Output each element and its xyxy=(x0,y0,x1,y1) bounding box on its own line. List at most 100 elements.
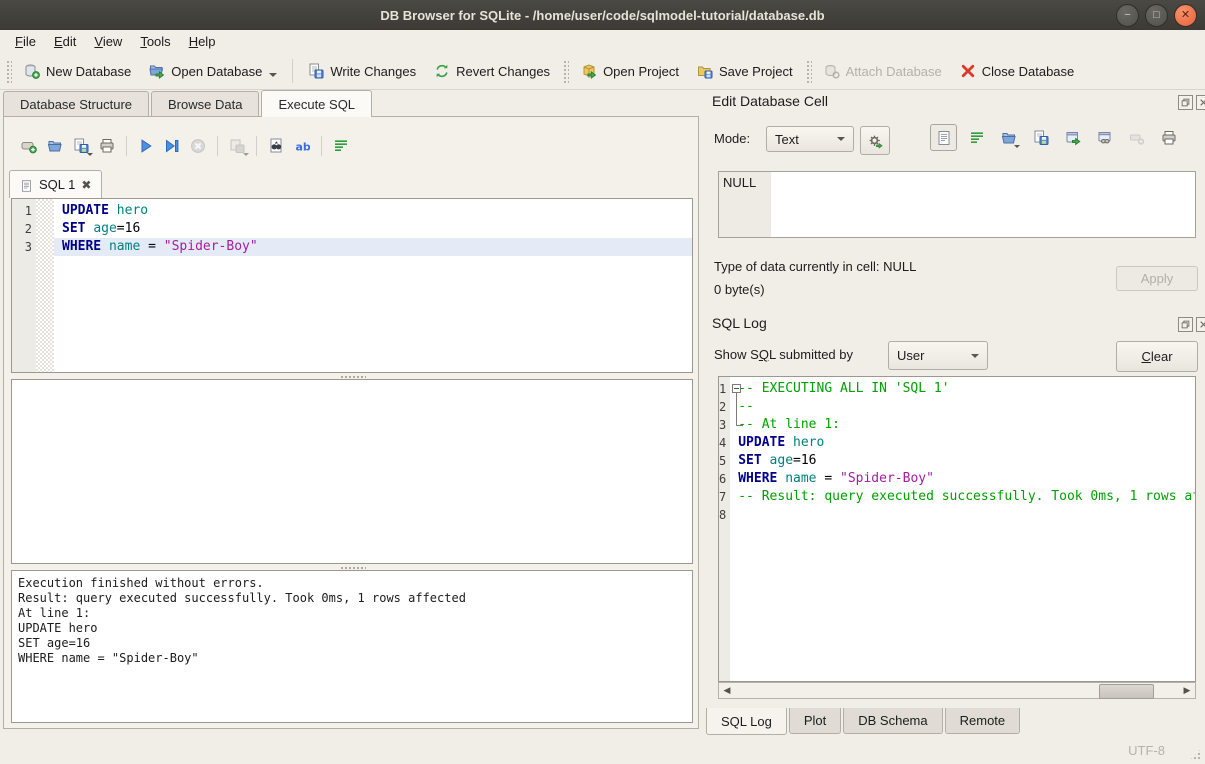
chevron-down-icon[interactable] xyxy=(1014,145,1020,148)
import-file-button[interactable] xyxy=(996,125,1021,150)
text-mode-icon xyxy=(20,178,33,191)
set-null-button[interactable] xyxy=(1124,125,1149,150)
revert-changes-button[interactable]: Revert Changes xyxy=(425,58,559,84)
scroll-right-arrow[interactable]: ▶ xyxy=(1179,683,1195,698)
close-tab-icon[interactable]: ✖ xyxy=(81,178,91,192)
export-external-button[interactable] xyxy=(1060,125,1085,150)
save-project-button[interactable]: Save Project xyxy=(688,58,802,84)
code-token xyxy=(101,239,109,254)
dock-tab-plot[interactable]: Plot xyxy=(789,708,841,734)
auto-apply-button[interactable] xyxy=(860,126,890,155)
code-line: -- xyxy=(730,398,1196,416)
close-database-button[interactable]: Close Database xyxy=(951,58,1084,84)
cell-value-editor[interactable]: NULL xyxy=(718,171,1196,238)
save-file-icon xyxy=(1033,130,1049,146)
tab-browse-data[interactable]: Browse Data xyxy=(151,91,259,117)
attach-database-button[interactable]: Attach Database xyxy=(815,58,951,84)
code-token xyxy=(762,453,770,468)
dock-tab-db-schema[interactable]: DB Schema xyxy=(843,708,942,734)
code-token: WHERE xyxy=(738,471,777,486)
sql-log-view[interactable]: 12345678-- EXECUTING ALL IN 'SQL 1'---- … xyxy=(718,376,1196,682)
dock-tab-sql-log[interactable]: SQL Log xyxy=(706,708,787,735)
chevron-down-icon[interactable] xyxy=(243,153,249,156)
chevron-down-icon xyxy=(971,354,979,358)
code-token: SET xyxy=(62,221,85,236)
code-token: SET xyxy=(738,453,761,468)
float-icon[interactable] xyxy=(1178,95,1193,110)
new-tab-icon xyxy=(21,138,37,154)
code-token: age xyxy=(93,221,116,236)
text-mode-button[interactable] xyxy=(930,124,957,151)
tab-database-structure[interactable]: Database Structure xyxy=(3,91,149,117)
tab-execute-sql[interactable]: Execute SQL xyxy=(261,90,372,117)
open-project-button[interactable]: Open Project xyxy=(572,58,688,84)
write-changes-button[interactable]: Write Changes xyxy=(299,58,425,84)
save-results-button[interactable] xyxy=(224,134,250,158)
minimize-button[interactable]: − xyxy=(1116,4,1139,27)
code-line: -- Result: query executed successfully. … xyxy=(730,488,1196,506)
menu-view[interactable]: View xyxy=(85,32,131,51)
save-file-button[interactable] xyxy=(1028,125,1053,150)
menu-tools[interactable]: Tools xyxy=(131,32,179,51)
copy-link-button[interactable] xyxy=(1092,125,1117,150)
find-replace-button[interactable] xyxy=(263,134,289,158)
word-wrap-button[interactable] xyxy=(964,125,989,150)
toolbar-button-label: Open Database xyxy=(171,64,262,79)
toolbar-button-label: New Database xyxy=(46,64,131,79)
scroll-track[interactable] xyxy=(735,683,1179,698)
maximize-button[interactable]: □ xyxy=(1145,4,1168,27)
word-wrap-button[interactable] xyxy=(328,134,354,158)
close-database-icon xyxy=(960,63,976,79)
print-button[interactable] xyxy=(1156,125,1181,150)
line-number-gutter: 123 xyxy=(12,199,36,372)
sql-doc-tab[interactable]: SQL 1✖ xyxy=(9,170,102,198)
save-project-icon xyxy=(697,63,713,79)
code-token: hero xyxy=(793,435,824,450)
open-project-icon xyxy=(581,63,597,79)
scroll-left-arrow[interactable]: ◀ xyxy=(719,683,735,698)
log-filter-select[interactable]: User xyxy=(888,341,988,370)
execute-all-button[interactable] xyxy=(133,134,159,158)
sql-log-dock-buttons xyxy=(1178,317,1205,332)
menu-file[interactable]: File xyxy=(6,32,45,51)
close-icon[interactable] xyxy=(1196,317,1205,332)
code-line: UPDATE hero xyxy=(730,434,1196,452)
close-icon[interactable] xyxy=(1196,95,1205,110)
code-text-area[interactable]: UPDATE heroSET age=16WHERE name = "Spide… xyxy=(54,199,692,372)
code-token: UPDATE xyxy=(738,435,785,450)
clear-button-label: Clear xyxy=(1141,349,1172,364)
new-tab-button[interactable] xyxy=(16,134,42,158)
float-icon[interactable] xyxy=(1178,317,1193,332)
results-grid[interactable] xyxy=(11,379,693,564)
open-database-button[interactable]: Open Database xyxy=(140,58,286,84)
new-database-button[interactable]: New Database xyxy=(15,58,140,84)
menu-edit[interactable]: Edit xyxy=(45,32,85,51)
dock-tab-remote[interactable]: Remote xyxy=(945,708,1021,734)
log-filter-value: User xyxy=(897,348,924,363)
scroll-thumb[interactable] xyxy=(1099,684,1154,699)
stop-icon xyxy=(190,138,206,154)
execute-line-button[interactable] xyxy=(159,134,185,158)
main-toolbar: New Database Open Database Write ChangesRe… xyxy=(0,53,1205,90)
stop-button[interactable] xyxy=(185,134,211,158)
mode-select[interactable]: Text xyxy=(766,126,854,152)
menu-help[interactable]: Help xyxy=(180,32,225,51)
print-button[interactable] xyxy=(94,134,120,158)
chevron-down-icon[interactable] xyxy=(269,73,277,77)
clear-log-button[interactable]: Clear xyxy=(1116,341,1198,372)
close-button[interactable]: ✕ xyxy=(1174,4,1197,27)
chevron-down-icon[interactable] xyxy=(87,153,93,156)
execution-message-pane[interactable]: Execution finished without errors. Resul… xyxy=(11,570,693,723)
sql-editor[interactable]: 123 UPDATE heroSET age=16WHERE name = "Sp… xyxy=(11,198,693,373)
toolbar-button-label: Open Project xyxy=(603,64,679,79)
open-sql-file-button[interactable] xyxy=(42,134,68,158)
write-changes-icon xyxy=(308,63,324,79)
code-text-area[interactable]: -- EXECUTING ALL IN 'SQL 1'---- At line … xyxy=(730,377,1196,681)
titlebar: DB Browser for SQLite - /home/user/code/… xyxy=(0,0,1205,31)
resize-grip[interactable] xyxy=(1189,748,1202,761)
code-token xyxy=(109,203,117,218)
apply-button[interactable]: Apply xyxy=(1116,266,1198,291)
save-sql-file-button[interactable] xyxy=(68,134,94,158)
log-horizontal-scrollbar[interactable]: ◀ ▶ xyxy=(718,682,1196,699)
format-sql-button[interactable]: ab xyxy=(289,134,315,158)
